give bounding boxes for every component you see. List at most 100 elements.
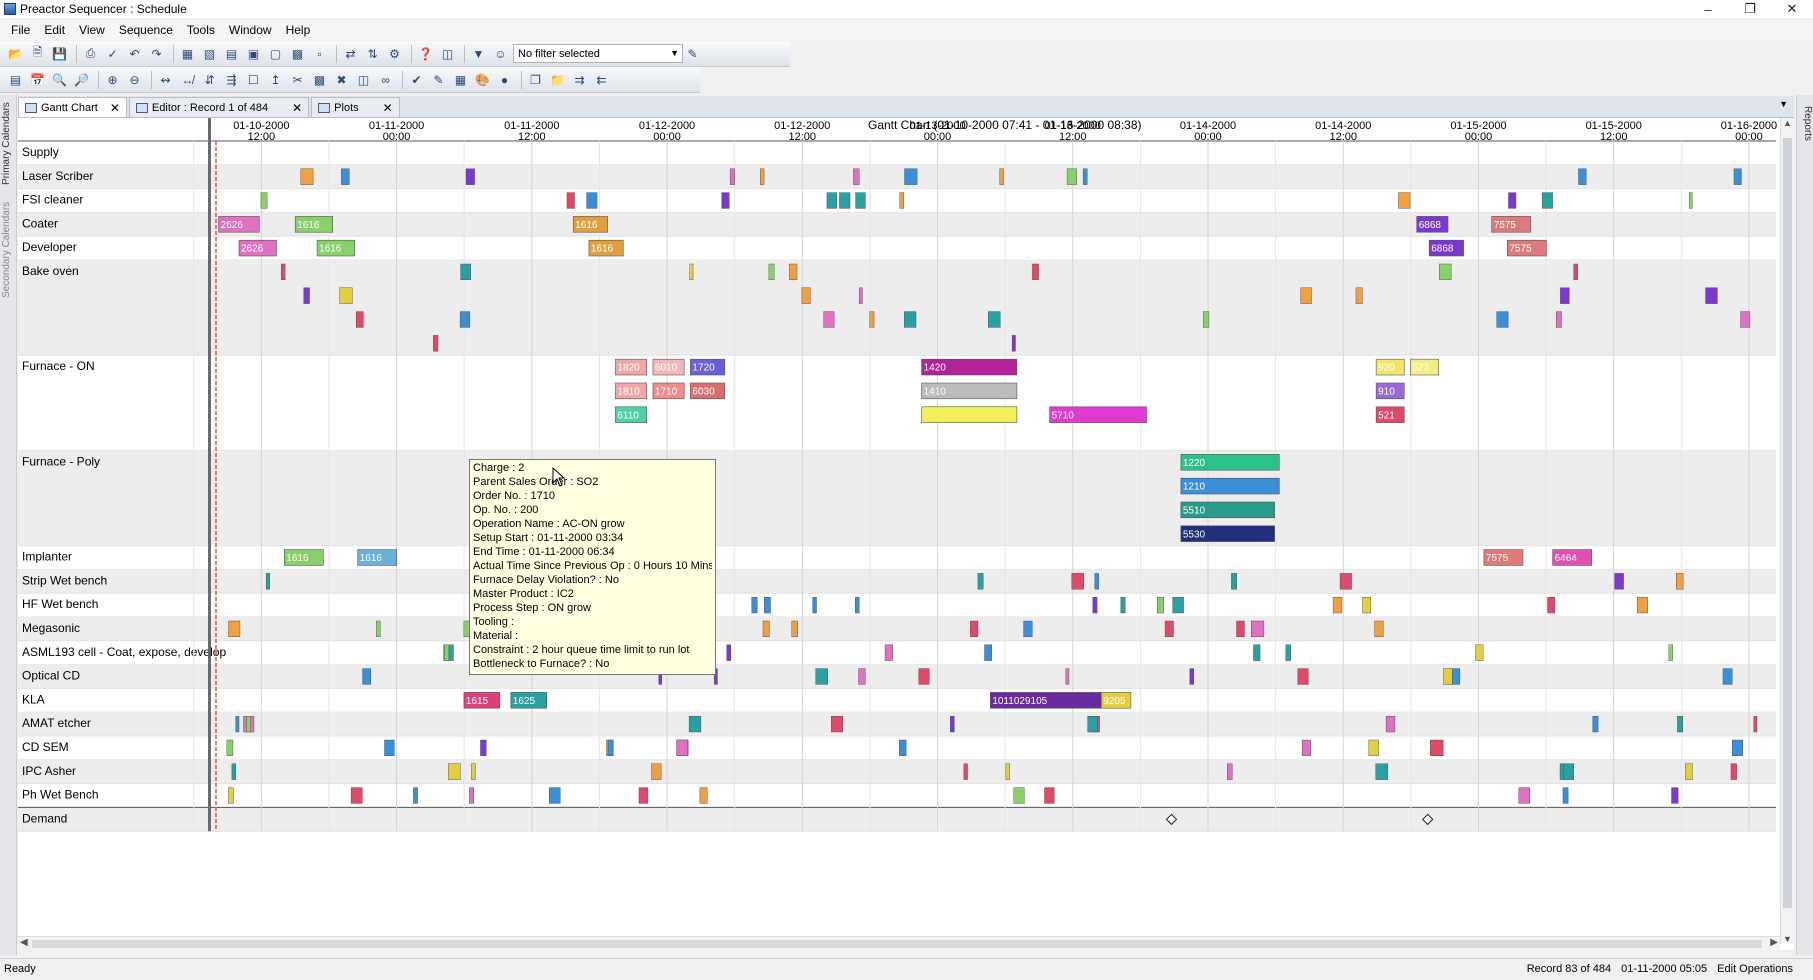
- operation-sliver[interactable]: [651, 763, 662, 780]
- operation-sliver[interactable]: [1092, 597, 1098, 614]
- menu-window[interactable]: Window: [222, 23, 279, 37]
- operation-sliver[interactable]: [339, 287, 353, 304]
- operation-sliver[interactable]: [384, 739, 395, 757]
- cut-icon[interactable]: ✂: [288, 70, 307, 89]
- menu-file[interactable]: File: [4, 23, 37, 37]
- operation-sliver[interactable]: [726, 644, 731, 661]
- infinity-icon[interactable]: ∞: [376, 70, 395, 89]
- open-folder-icon[interactable]: 📂: [6, 44, 25, 63]
- operation-sliver[interactable]: [823, 311, 835, 328]
- operation-sliver[interactable]: [1475, 644, 1484, 661]
- export-icon[interactable]: ⇉: [570, 70, 589, 89]
- save-icon[interactable]: 💾: [50, 44, 69, 63]
- operation-sliver[interactable]: [1733, 168, 1742, 185]
- scroll-thumb[interactable]: [1783, 138, 1792, 908]
- operation-sliver[interactable]: [356, 311, 364, 328]
- filter-icon[interactable]: ▼: [469, 44, 488, 63]
- sequence-icon[interactable]: ⇅: [363, 44, 382, 63]
- secondary-calendars-tab[interactable]: Secondary Calendars: [1, 195, 16, 305]
- operation-sliver[interactable]: [465, 168, 475, 185]
- operation-sliver[interactable]: [729, 168, 735, 185]
- operation-sliver[interactable]: [1671, 787, 1679, 804]
- operation-sliver[interactable]: [1227, 763, 1233, 780]
- operation-sliver[interactable]: [1677, 716, 1684, 733]
- operation-sliver[interactable]: [1071, 573, 1084, 590]
- layers-icon[interactable]: ◫: [354, 70, 373, 89]
- operation-sliver[interactable]: [1375, 763, 1389, 780]
- operation-sliver[interactable]: [586, 192, 598, 209]
- operation-sliver[interactable]: [1398, 192, 1411, 209]
- operation-sliver[interactable]: [1087, 716, 1098, 733]
- operation-sliver[interactable]: [751, 597, 758, 614]
- operation-sliver[interactable]: [1157, 597, 1164, 614]
- operation-sliver[interactable]: [988, 311, 1001, 328]
- copy-icon[interactable]: ❐: [526, 70, 545, 89]
- window-icon[interactable]: ▢: [266, 44, 285, 63]
- operation-sliver[interactable]: [1562, 787, 1569, 804]
- filter-edit-icon[interactable]: ✎: [683, 44, 702, 63]
- operation-sliver[interactable]: [350, 787, 363, 804]
- operation-sliver[interactable]: [1339, 573, 1352, 590]
- table-icon[interactable]: ▧: [200, 44, 219, 63]
- link-icon[interactable]: ↭: [156, 70, 175, 89]
- edit-icon[interactable]: ✎: [429, 70, 448, 89]
- operation-sliver[interactable]: [1668, 644, 1673, 661]
- operation-sliver[interactable]: [884, 644, 893, 661]
- operation-sliver[interactable]: [1355, 287, 1363, 304]
- resource-label[interactable]: Strip Wet bench: [22, 573, 107, 587]
- operation-sliver[interactable]: [760, 168, 765, 185]
- scroll-thumb[interactable]: [32, 940, 1762, 948]
- resource-label[interactable]: Optical CD: [22, 669, 80, 683]
- gantt-canvas[interactable]: Supply Laser Scriber FSI cleaner Coater Deve…: [18, 118, 1780, 936]
- resource-label[interactable]: Supply: [22, 145, 59, 159]
- table-icon[interactable]: ▦: [451, 70, 470, 89]
- operation-sliver[interactable]: [303, 287, 310, 304]
- operation-sliver[interactable]: [768, 263, 775, 281]
- group-icon[interactable]: ⇶: [222, 70, 241, 89]
- operation-sliver[interactable]: [1297, 668, 1309, 685]
- check-icon[interactable]: ✓: [103, 44, 122, 63]
- menu-edit[interactable]: Edit: [37, 23, 72, 37]
- zoom-in-icon[interactable]: 🔍: [50, 70, 69, 89]
- menu-help[interactable]: Help: [279, 23, 318, 37]
- maximize-button[interactable]: ❐: [1729, 0, 1771, 18]
- operation-sliver[interactable]: [246, 716, 251, 733]
- check-icon[interactable]: ✔: [407, 70, 426, 89]
- operation-sliver[interactable]: [699, 787, 708, 804]
- operation-sliver[interactable]: [444, 644, 450, 661]
- operation-sliver[interactable]: [1705, 287, 1718, 304]
- palette-icon[interactable]: 🎨: [473, 70, 492, 89]
- operation-sliver[interactable]: [1236, 620, 1245, 638]
- tab-editor[interactable]: Editor : Record 1 of 484 ✕: [128, 97, 310, 117]
- operation-sliver[interactable]: [231, 763, 237, 780]
- calendar-icon[interactable]: 📅: [28, 70, 47, 89]
- scroll-right-icon[interactable]: ▶: [1770, 937, 1778, 948]
- operation-sliver[interactable]: [1753, 716, 1758, 733]
- operation-sliver[interactable]: [689, 263, 694, 281]
- operation-sliver[interactable]: [1496, 311, 1509, 328]
- operation-sliver[interactable]: [1251, 620, 1265, 638]
- operation-sliver[interactable]: [226, 739, 234, 757]
- operation-sliver[interactable]: [721, 192, 730, 209]
- chart-icon[interactable]: ▩: [310, 70, 329, 89]
- operation-sliver[interactable]: [1636, 597, 1648, 614]
- operation-sliver[interactable]: [1430, 739, 1444, 757]
- sequence-icon[interactable]: ⇄: [341, 44, 360, 63]
- gantt-chart[interactable]: Supply Laser Scriber FSI cleaner Coater Deve…: [18, 118, 1794, 950]
- operation-sliver[interactable]: [1556, 311, 1562, 328]
- operation-sliver[interactable]: [1368, 739, 1379, 757]
- operation-sliver[interactable]: [459, 311, 471, 328]
- operation-sliver[interactable]: [984, 644, 992, 661]
- operation-sliver[interactable]: [1044, 787, 1055, 804]
- operation-sliver[interactable]: [638, 787, 649, 804]
- operation-sliver[interactable]: [899, 192, 904, 209]
- operation-sliver[interactable]: [448, 763, 461, 780]
- operation-sliver[interactable]: [1332, 597, 1343, 614]
- operation-sliver[interactable]: [1301, 739, 1311, 757]
- operation-sliver[interactable]: [341, 168, 350, 185]
- user-filter-icon[interactable]: ☺: [491, 44, 510, 63]
- scroll-left-icon[interactable]: ◀: [20, 937, 28, 948]
- operation-sliver[interactable]: [1065, 668, 1070, 685]
- zoom-fit-icon[interactable]: ⊕: [103, 70, 122, 89]
- menu-view[interactable]: View: [72, 23, 112, 37]
